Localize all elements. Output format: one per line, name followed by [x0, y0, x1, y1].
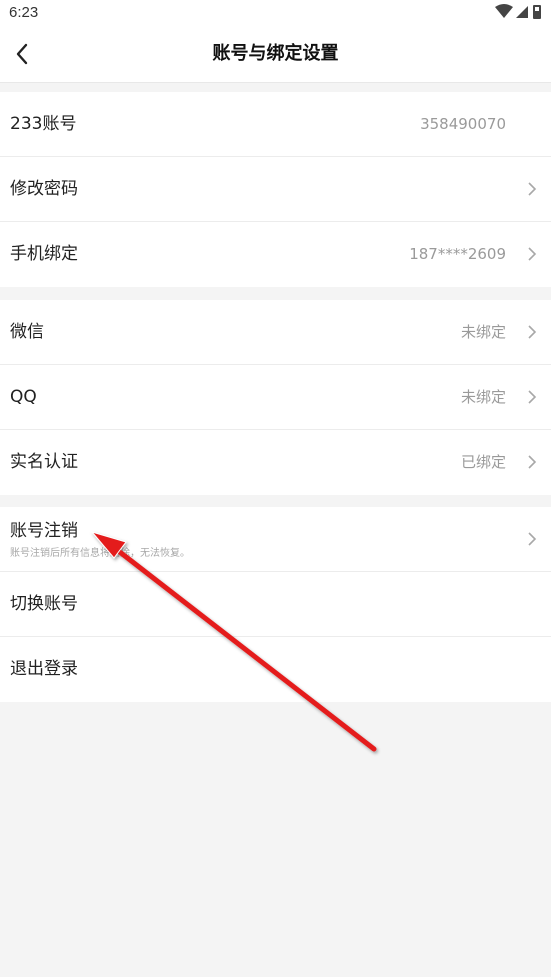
page-title: 账号与绑定设置	[212, 43, 339, 64]
row-change-password[interactable]: 修改密码	[0, 157, 551, 222]
signal-icon	[516, 6, 528, 18]
row-label: 修改密码	[10, 179, 78, 199]
row-label: 微信	[10, 322, 44, 342]
chevron-right-icon	[528, 247, 537, 261]
chevron-right-icon	[528, 532, 537, 546]
row-label: 退出登录	[10, 659, 78, 679]
account-group: 233账号 358490070 修改密码 手机绑定 187****2609	[0, 92, 551, 287]
row-label: 233账号	[10, 114, 77, 134]
chevron-right-icon	[528, 455, 537, 469]
wifi-icon	[495, 4, 513, 18]
status-bar: 6:23	[0, 0, 551, 26]
row-phone-binding[interactable]: 手机绑定 187****2609	[0, 222, 551, 287]
row-label: 实名认证	[10, 452, 78, 472]
binding-group: 微信 未绑定 QQ 未绑定 实名认证 已绑定	[0, 300, 551, 495]
back-arrow-icon	[16, 43, 28, 65]
binding-status: 未绑定	[460, 388, 506, 406]
row-real-name-verification[interactable]: 实名认证 已绑定	[0, 430, 551, 495]
row-account-cancellation[interactable]: 账号注销 账号注销后所有信息将删除，无法恢复。	[0, 507, 551, 572]
chevron-right-icon	[528, 182, 537, 196]
row-label: 账号注销	[10, 521, 78, 541]
row-label: QQ	[10, 387, 37, 407]
row-qq[interactable]: QQ 未绑定	[0, 365, 551, 430]
cancellation-warning: 账号注销后所有信息将删除，无法恢复。	[10, 548, 190, 559]
account-id-value: 358490070	[420, 115, 506, 133]
binding-status: 已绑定	[460, 453, 506, 471]
back-button[interactable]	[6, 38, 38, 70]
phone-value: 187****2609	[409, 245, 506, 263]
binding-status: 未绑定	[460, 323, 506, 341]
account-actions-group: 账号注销 账号注销后所有信息将删除，无法恢复。 切换账号 退出登录	[0, 507, 551, 702]
nav-bar: 账号与绑定设置	[0, 26, 551, 83]
row-logout[interactable]: 退出登录	[0, 637, 551, 702]
status-icons	[495, 4, 541, 19]
row-switch-account[interactable]: 切换账号	[0, 572, 551, 637]
row-label: 切换账号	[10, 594, 78, 614]
status-time: 6:23	[9, 4, 39, 21]
row-wechat[interactable]: 微信 未绑定	[0, 300, 551, 365]
chevron-right-icon	[528, 390, 537, 404]
chevron-right-icon	[528, 325, 537, 339]
row-label: 手机绑定	[10, 244, 78, 264]
row-233-account: 233账号 358490070	[0, 92, 551, 157]
